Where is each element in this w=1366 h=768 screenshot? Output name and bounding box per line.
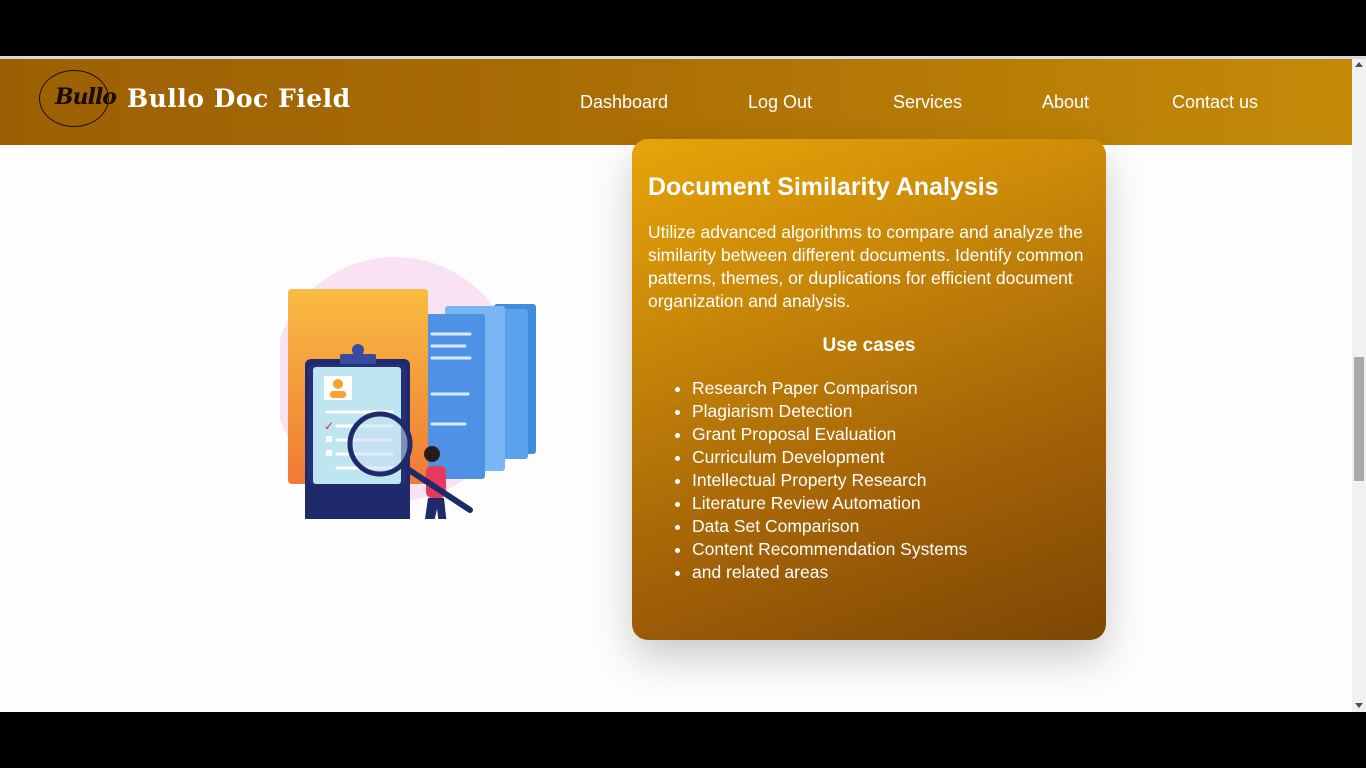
page-viewport: Bullo Bullo Doc Field Dashboard Log Out … [0, 59, 1352, 712]
nav-log-out[interactable]: Log Out [748, 92, 812, 113]
document-analysis-illustration: ✓ [273, 254, 550, 554]
brand-logo[interactable]: Bullo [39, 70, 117, 127]
scroll-up-arrow-icon[interactable] [1355, 62, 1363, 67]
card-title: Document Similarity Analysis [648, 173, 999, 201]
list-item: Plagiarism Detection [692, 400, 1090, 423]
brand-name[interactable]: Bullo Doc Field [127, 84, 351, 113]
svg-text:✓: ✓ [324, 419, 334, 433]
list-item: Curriculum Development [692, 446, 1090, 469]
screen-bottom-border [0, 712, 1366, 768]
card-description: Utilize advanced algorithms to compare a… [648, 222, 1084, 311]
list-item: Research Paper Comparison [692, 377, 1090, 400]
nav-dashboard[interactable]: Dashboard [580, 92, 668, 113]
nav-contact-us[interactable]: Contact us [1172, 92, 1258, 113]
list-item: and related areas [692, 561, 1090, 584]
scroll-down-arrow-icon[interactable] [1355, 703, 1363, 708]
scrollbar-thumb[interactable] [1354, 357, 1364, 481]
list-item: Intellectual Property Research [692, 469, 1090, 492]
nav-services[interactable]: Services [893, 92, 962, 113]
use-cases-list: Research Paper Comparison Plagiarism Det… [648, 377, 1090, 584]
vertical-scrollbar[interactable] [1352, 59, 1366, 712]
screen-top-border [0, 0, 1366, 56]
nav-about[interactable]: About [1042, 92, 1089, 113]
navbar: Bullo Bullo Doc Field Dashboard Log Out … [0, 59, 1352, 145]
list-item: Literature Review Automation [692, 492, 1090, 515]
list-item: Content Recommendation Systems [692, 538, 1090, 561]
list-item: Data Set Comparison [692, 515, 1090, 538]
logo-text: Bullo [55, 84, 117, 110]
feature-card: Document Similarity Analysis Utilize adv… [632, 139, 1106, 640]
list-item: Grant Proposal Evaluation [692, 423, 1090, 446]
use-cases-heading: Use cases [822, 335, 916, 356]
